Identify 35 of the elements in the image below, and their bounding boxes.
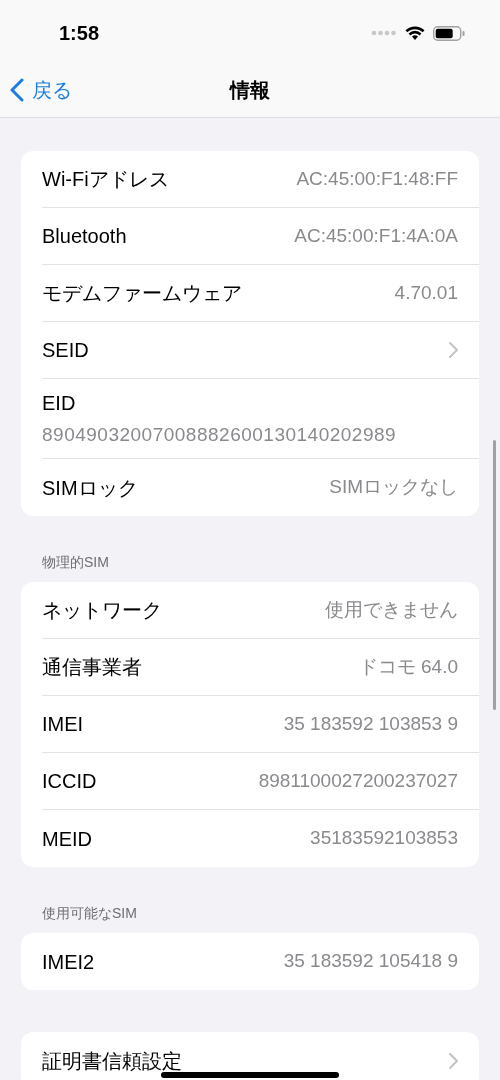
row-value: 使用できません — [325, 597, 458, 622]
row-label: ネットワーク — [42, 598, 162, 623]
list-row[interactable]: 証明書信頼設定 — [42, 1032, 479, 1080]
signal-dots-icon — [371, 30, 397, 36]
row-label: モデムファームウェア — [42, 281, 242, 306]
row-label: MEID — [42, 826, 92, 852]
chevron-icon — [449, 342, 458, 358]
row-label: 通信事業者 — [42, 655, 142, 680]
section-header: 物理的SIM — [41, 553, 110, 572]
row-label: Wi-Fiアドレス — [42, 167, 169, 192]
nav-title: 情報 — [230, 77, 270, 103]
row-value: 89049032007008882600130140202989 — [42, 422, 398, 447]
row-value: ドコモ 64.0 — [358, 654, 458, 679]
row-value: 4.70.01 — [394, 280, 458, 305]
row-label: EID — [42, 390, 77, 416]
row-label: IMEI — [42, 712, 84, 737]
section-header: 使用可能なSIM — [41, 904, 138, 923]
back-chevron-icon — [10, 77, 24, 102]
row-value: 35183592103853 — [310, 826, 458, 851]
list-row[interactable]: SEID — [42, 322, 479, 379]
battery-icon — [433, 25, 465, 41]
row-value: 35 183592 103853 9 — [283, 711, 458, 736]
status-time: 1:58 — [59, 21, 100, 46]
row-value: SIMロックなし — [329, 475, 458, 500]
row-label: Bluetooth — [42, 224, 127, 249]
chevron-icon — [449, 1052, 458, 1069]
wifi-icon — [405, 25, 425, 41]
row-label: SIMロック — [42, 475, 138, 501]
row-value: 35 183592 105418 9 — [283, 949, 458, 974]
row-value: AC:45:00:F1:4A:0A — [294, 223, 458, 248]
back-button[interactable]: 戻る — [10, 62, 72, 117]
row-label: IMEI2 — [42, 949, 95, 975]
row-value: AC:45:00:F1:48:FF — [296, 166, 458, 191]
row-value: 8981100027200237027 — [258, 768, 458, 793]
row-label: ICCID — [42, 769, 97, 794]
